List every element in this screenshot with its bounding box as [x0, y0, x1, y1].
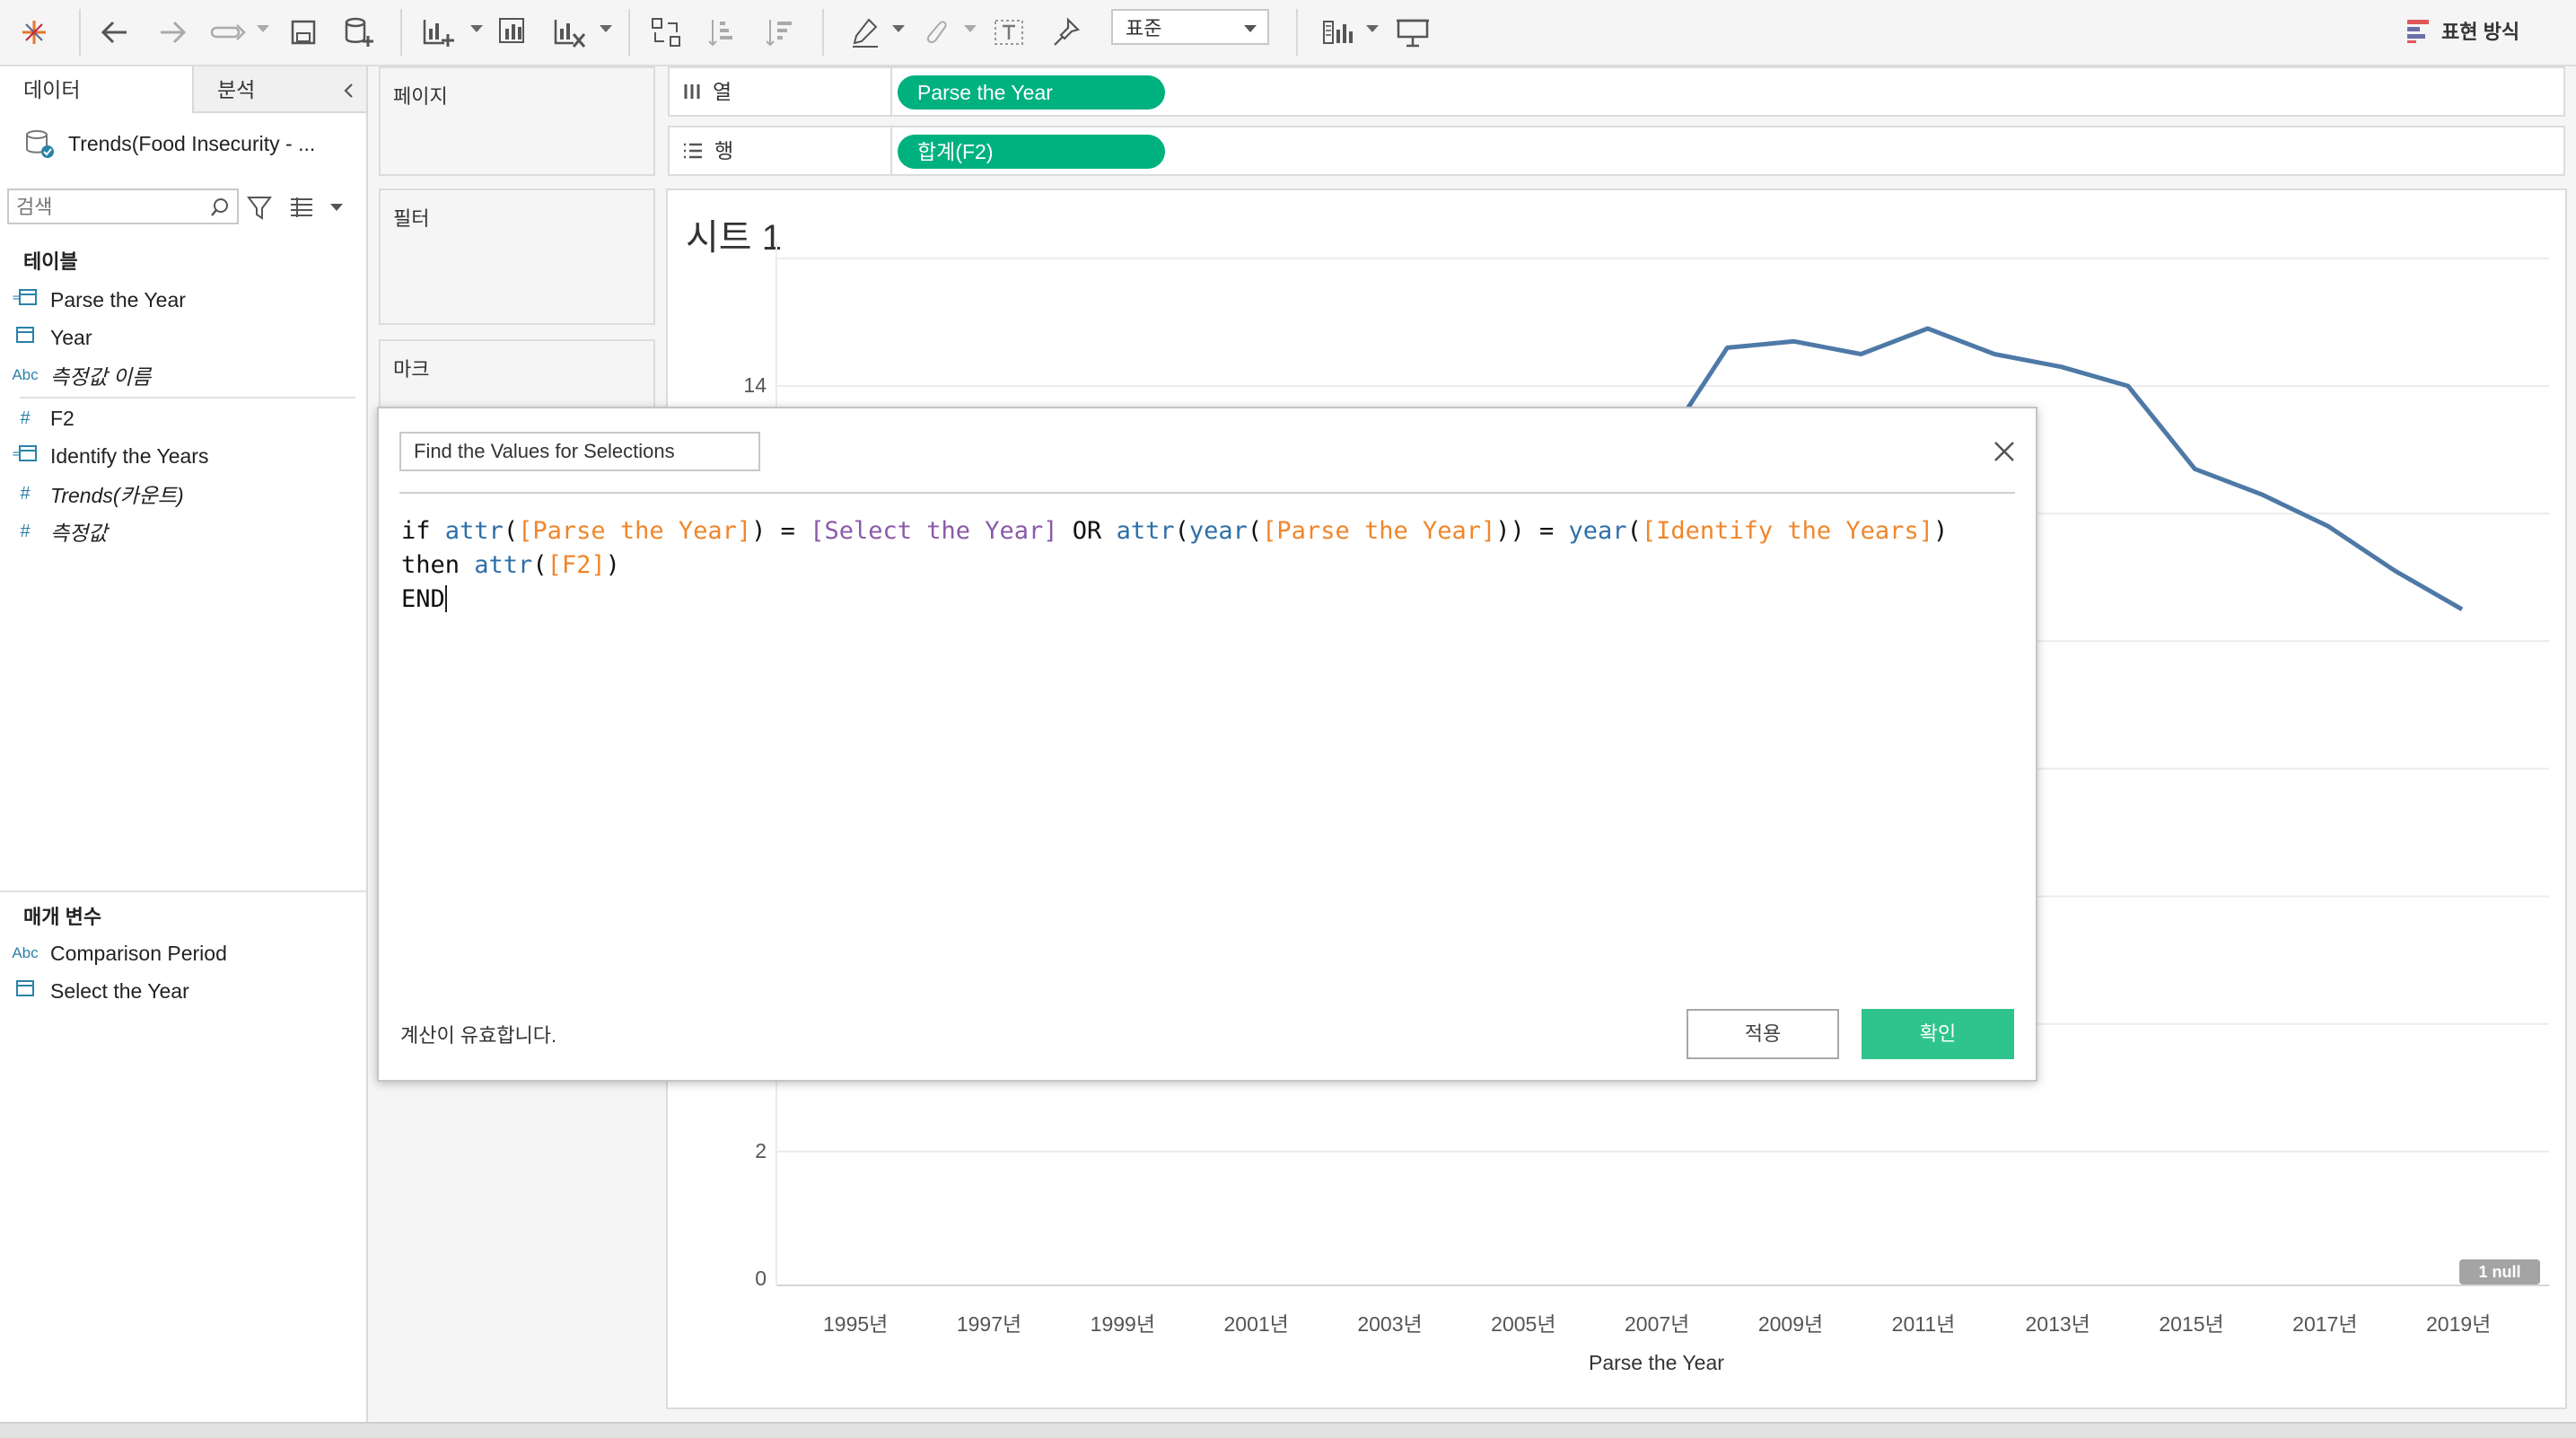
- formula-token: year: [1188, 517, 1248, 545]
- formula-token: END: [401, 585, 445, 613]
- formula-token: (: [532, 551, 548, 579]
- formula-line: END: [401, 583, 1948, 617]
- calculation-editor-dialog: [377, 407, 2037, 1082]
- formula-token: [Parse the Year]: [1262, 517, 1496, 545]
- formula-token: [Identify the Years]: [1641, 517, 1933, 545]
- formula-token: attr: [474, 551, 533, 579]
- y-tick-label: 14: [743, 373, 767, 397]
- y-tick-label: 0: [755, 1267, 767, 1290]
- x-tick-label: 2013년: [2025, 1312, 2090, 1336]
- formula-token: )) =: [1495, 517, 1569, 545]
- formula-token: attr: [1116, 517, 1175, 545]
- x-tick-label: 2009년: [1757, 1312, 1824, 1336]
- x-tick-label: 2003년: [1357, 1312, 1423, 1336]
- sheet-tabs-bar[interactable]: [0, 1422, 2576, 1438]
- formula-token: (: [1626, 517, 1642, 545]
- formula-line: then attr([F2]): [401, 548, 1948, 583]
- formula-token: (: [1174, 517, 1189, 545]
- formula-token: [F2]: [547, 551, 606, 579]
- formula-token: then: [401, 551, 475, 579]
- x-tick-label: 2007년: [1625, 1312, 1690, 1336]
- x-tick-label: 2017년: [2292, 1312, 2358, 1336]
- x-tick-label: 2019년: [2426, 1312, 2492, 1336]
- close-icon[interactable]: [1989, 436, 2020, 467]
- x-tick-label: 1995년: [823, 1312, 889, 1336]
- formula-token: attr: [444, 517, 504, 545]
- formula-token: [Select the Year]: [810, 517, 1058, 545]
- null-indicator[interactable]: 1 null: [2459, 1259, 2540, 1285]
- formula-token: (: [503, 517, 519, 545]
- x-tick-label: 2011년: [1891, 1312, 1956, 1336]
- ok-button[interactable]: 확인: [1862, 1009, 2014, 1059]
- calc-name-input[interactable]: [399, 432, 760, 471]
- formula-token: [Parse the Year]: [518, 517, 752, 545]
- formula-token: ): [1932, 517, 1949, 545]
- x-tick-label: 2005년: [1491, 1312, 1556, 1336]
- formula-token: ) =: [751, 517, 810, 545]
- x-axis-title: Parse the Year: [1589, 1351, 1724, 1374]
- formula-token: if: [401, 517, 445, 545]
- validation-message: 계산이 유효합니다.: [400, 1024, 557, 1047]
- apply-button[interactable]: 적용: [1687, 1009, 1839, 1059]
- formula-token: (: [1247, 517, 1263, 545]
- formula-token: year: [1568, 517, 1627, 545]
- x-tick-label: 2001년: [1223, 1312, 1289, 1336]
- formula-token: ): [605, 551, 620, 579]
- x-tick-label: 2015년: [2159, 1312, 2224, 1336]
- formula-line: if attr([Parse the Year]) = [Select the …: [401, 514, 1948, 548]
- formula-token: OR: [1057, 517, 1117, 545]
- divider: [399, 492, 2015, 494]
- x-tick-label: 1999년: [1090, 1312, 1155, 1336]
- formula-editor[interactable]: if attr([Parse the Year]) = [Select the …: [401, 514, 1948, 617]
- y-tick-label: 2: [755, 1138, 767, 1162]
- text-cursor: [444, 585, 447, 612]
- x-tick-label: 1997년: [956, 1312, 1022, 1336]
